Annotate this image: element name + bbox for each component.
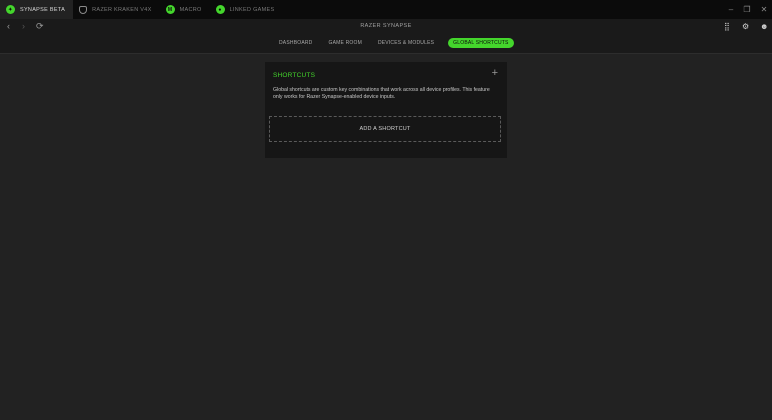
app-title: RAZER SYNAPSE xyxy=(360,23,412,29)
add-shortcut-button[interactable]: ADD A SHORTCUT xyxy=(269,116,501,142)
gamepad-icon: ● xyxy=(215,5,225,14)
tab-label: RAZER KRAKEN V4X xyxy=(92,6,152,13)
shortcuts-description: Global shortcuts are custom key combinat… xyxy=(273,87,490,100)
add-icon[interactable]: + xyxy=(492,68,498,79)
minimize-button[interactable]: – xyxy=(723,0,739,19)
tab-macro[interactable]: M MACRO xyxy=(160,0,210,19)
tab-razer-kraken[interactable]: RAZER KRAKEN V4X xyxy=(73,0,160,19)
tab-global-shortcuts[interactable]: GLOBAL SHORTCUTS xyxy=(448,38,514,48)
tab-label: SYNAPSE BETA xyxy=(20,6,66,13)
tab-label: LINKED GAMES xyxy=(229,6,275,13)
maximize-button[interactable]: ❐ xyxy=(739,0,755,19)
grid-icon[interactable]: ⣿ xyxy=(724,19,730,33)
tab-synapse-beta[interactable]: ✦ SYNAPSE BETA xyxy=(0,0,74,19)
shortcuts-title: SHORTCUTS xyxy=(273,72,316,79)
tab-linked-games[interactable]: ● LINKED GAMES xyxy=(210,0,283,19)
gear-icon[interactable]: ⚙ xyxy=(742,19,749,33)
razer-icon: ✦ xyxy=(6,5,15,14)
shortcuts-card: SHORTCUTS + Global shortcuts are custom … xyxy=(265,62,507,158)
close-button[interactable]: ✕ xyxy=(756,0,772,19)
tab-devices-modules[interactable]: DEVICES & MODULES xyxy=(370,38,442,48)
add-shortcut-label: ADD A SHORTCUT xyxy=(359,126,411,132)
tab-label: MACRO xyxy=(179,6,202,13)
title-bar: ✦ SYNAPSE BETA RAZER KRAKEN V4X M MACRO … xyxy=(0,0,772,19)
sub-navigation: DASHBOARD GAME ROOM DEVICES & MODULES GL… xyxy=(0,33,772,54)
profile-icon[interactable]: ☻ xyxy=(760,19,768,33)
headset-icon xyxy=(79,5,88,14)
macro-icon: M xyxy=(165,5,175,14)
tab-game-room[interactable]: GAME ROOM xyxy=(320,38,369,48)
tab-dashboard[interactable]: DASHBOARD xyxy=(271,38,320,48)
